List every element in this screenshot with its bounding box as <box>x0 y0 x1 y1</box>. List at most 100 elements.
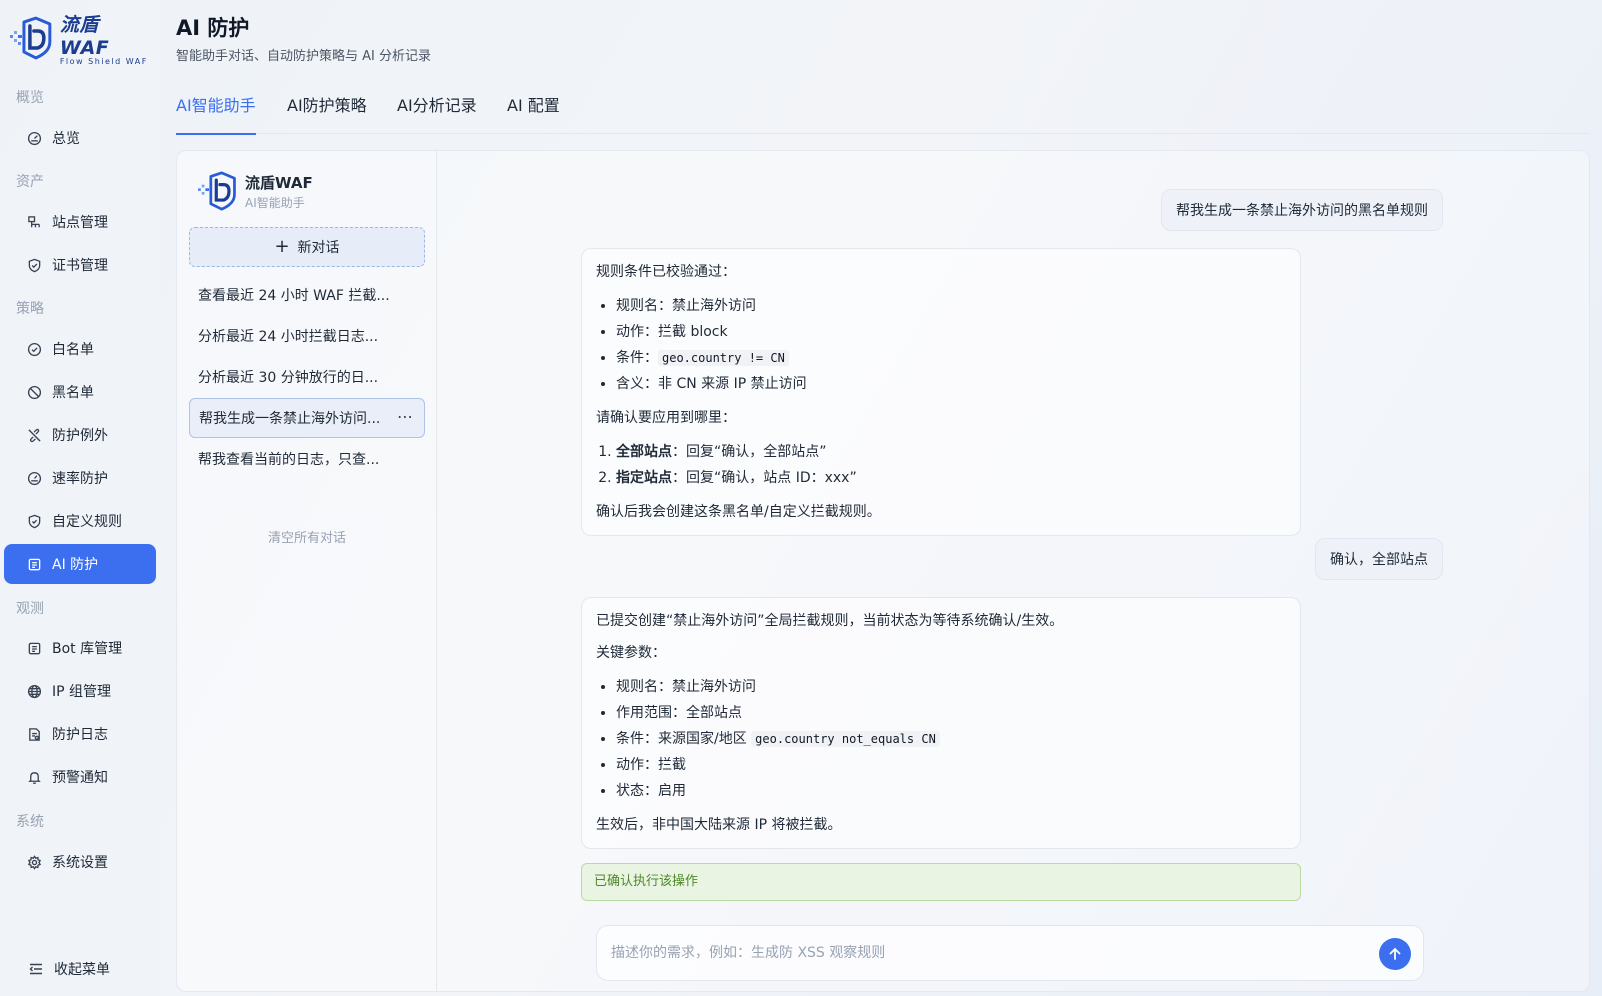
tab-ai-config[interactable]: AI 配置 <box>507 94 560 134</box>
nav-item-bot-library[interactable]: Bot 库管理 <box>4 628 156 668</box>
list-item: 含义：非 CN 来源 IP 禁止访问 <box>616 371 1286 397</box>
nav-item-certificates[interactable]: 证书管理 <box>4 245 156 285</box>
more-options-icon[interactable]: ⋯ <box>397 407 414 426</box>
logo[interactable]: 流盾 WAF Flow Shield WAF <box>10 14 155 66</box>
list-item: 规则名：禁止海外访问 <box>616 293 1286 319</box>
nav-item-overview[interactable]: 总览 <box>4 118 156 158</box>
plus-icon: + <box>274 236 290 257</box>
clear-all-conversations-link[interactable]: 清空所有对话 <box>177 527 437 546</box>
tab-ai-analysis[interactable]: AI分析记录 <box>397 94 477 134</box>
list-item: 条件：来源国家/地区 geo.country not_equals CN <box>616 726 1286 752</box>
collapse-menu-label: 收起菜单 <box>54 962 110 978</box>
dashboard-icon <box>26 130 42 146</box>
nav-item-protection-logs[interactable]: 防护日志 <box>4 714 156 754</box>
assistant-logo-icon <box>198 171 236 211</box>
code-snippet: geo.country != CN <box>658 350 789 366</box>
nav-item-label: 预警通知 <box>52 770 108 786</box>
message-text: 关键参数： <box>596 645 666 661</box>
chat-input[interactable] <box>611 940 1351 966</box>
tab-ai-policy[interactable]: AI防护策略 <box>287 94 367 134</box>
new-chat-button[interactable]: + 新对话 <box>189 227 425 267</box>
tab-ai-assistant[interactable]: AI智能助手 <box>176 94 256 135</box>
nav-item-label: 系统设置 <box>52 855 108 871</box>
send-button[interactable] <box>1379 938 1411 970</box>
list-item: 规则名：禁止海外访问 <box>616 674 1286 700</box>
ban-icon <box>26 384 42 400</box>
conversation-title: 帮我生成一条禁止海外访问... <box>199 411 381 427</box>
shield-check-icon <box>26 257 42 273</box>
nav-item-label: AI 防护 <box>52 557 99 573</box>
conversation-item-selected[interactable]: 帮我生成一条禁止海外访问... ⋯ <box>189 398 425 438</box>
message-text: 确认后我会创建这条黑名单/自定义拦截规则。 <box>596 504 881 520</box>
confirmed-status-banner: 已确认执行该操作 <box>581 863 1301 901</box>
message-text: 规则条件已校验通过： <box>596 264 736 280</box>
nav-item-label: 白名单 <box>52 342 94 358</box>
page-subtitle: 智能助手对话、自动防护策略与 AI 分析记录 <box>176 49 431 64</box>
menu-fold-icon <box>28 961 44 977</box>
logo-title: 流盾 WAF <box>59 14 110 59</box>
nav-group-overview: 概览 <box>16 90 44 106</box>
ai-chip-icon <box>26 556 42 572</box>
message-text: 已提交创建“禁止海外访问”全局拦截规则，当前状态为等待系统确认/生效。 <box>596 613 1064 629</box>
logo-shield-icon <box>10 16 52 60</box>
chat-input-box <box>596 925 1424 981</box>
user-message: 帮我生成一条禁止海外访问的黑名单规则 <box>1161 189 1443 231</box>
gear-icon <box>26 854 42 870</box>
assistant-name: 流盾WAF <box>245 173 313 192</box>
nav-item-custom-rules[interactable]: 自定义规则 <box>4 501 156 541</box>
conversation-title: 查看最近 24 小时 WAF 拦截... <box>198 288 390 304</box>
assistant-message: 规则条件已校验通过： 规则名：禁止海外访问 动作：拦截 block 条件：geo… <box>581 248 1301 536</box>
nav-item-label: Bot 库管理 <box>52 641 123 657</box>
nav-item-label: IP 组管理 <box>52 684 112 700</box>
nav-group-policy: 策略 <box>16 301 44 317</box>
conversation-title: 帮我查看当前的日志，只查... <box>198 452 380 468</box>
message-text: 生效后，非中国大陆来源 IP 将被拦截。 <box>596 817 842 833</box>
sitemap-icon <box>26 214 42 230</box>
nav-item-alerts[interactable]: 预警通知 <box>4 757 156 797</box>
message-text: 请确认要应用到哪里： <box>596 410 736 426</box>
nav-item-label: 防护例外 <box>52 428 108 444</box>
conversation-item[interactable]: 帮我查看当前的日志，只查... <box>189 439 425 479</box>
nav-item-label: 速率防护 <box>52 471 108 487</box>
link-off-icon <box>26 427 42 443</box>
nav-item-sites[interactable]: 站点管理 <box>4 202 156 242</box>
nav-item-whitelist[interactable]: 白名单 <box>4 329 156 369</box>
conversation-item[interactable]: 查看最近 24 小时 WAF 拦截... <box>189 275 425 315</box>
list-item: 动作：拦截 block <box>616 319 1286 345</box>
page-title: AI 防护 <box>176 16 250 40</box>
bot-icon <box>26 640 42 656</box>
rule-param-list: 规则名：禁止海外访问 作用范围：全部站点 条件：来源国家/地区 geo.coun… <box>596 674 1286 804</box>
nav-item-label: 防护日志 <box>52 727 108 743</box>
chat-area: 帮我生成一条禁止海外访问的黑名单规则 规则条件已校验通过： 规则名：禁止海外访问… <box>438 151 1589 991</box>
conversation-title: 分析最近 30 分钟放行的日... <box>198 370 379 386</box>
conversation-item[interactable]: 分析最近 30 分钟放行的日... <box>189 357 425 397</box>
list-item: 作用范围：全部站点 <box>616 700 1286 726</box>
nav-item-label: 自定义规则 <box>52 514 122 530</box>
nav-item-settings[interactable]: 系统设置 <box>4 842 156 882</box>
collapse-menu-button[interactable]: 收起菜单 <box>4 951 156 987</box>
check-circle-icon <box>26 341 42 357</box>
nav-group-system: 系统 <box>16 814 44 830</box>
user-message: 确认，全部站点 <box>1315 538 1443 580</box>
sidebar: 流盾 WAF Flow Shield WAF 概览 总览 资产 站点管理 证书管… <box>0 0 160 996</box>
conversation-panel: 流盾WAF AI智能助手 + 新对话 查看最近 24 小时 WAF 拦截... … <box>177 151 437 991</box>
nav-group-observe: 观测 <box>16 601 44 617</box>
nav-item-ai-protection[interactable]: AI 防护 <box>4 544 156 584</box>
apply-options-list: 全部站点：回复“确认，全部站点” 指定站点：回复“确认，站点 ID：xxx” <box>596 439 1286 491</box>
list-item: 指定站点：回复“确认，站点 ID：xxx” <box>616 465 1286 491</box>
bell-icon <box>26 769 42 785</box>
list-item: 状态：启用 <box>616 778 1286 804</box>
conversation-title: 分析最近 24 小时拦截日志... <box>198 329 379 345</box>
list-item: 动作：拦截 <box>616 752 1286 778</box>
nav-item-rate-limit[interactable]: 速率防护 <box>4 458 156 498</box>
assistant-card: 流盾WAF AI智能助手 + 新对话 查看最近 24 小时 WAF 拦截... … <box>176 150 1590 992</box>
globe-icon <box>26 683 42 699</box>
list-item: 条件：geo.country != CN <box>616 345 1286 371</box>
nav-item-ip-groups[interactable]: IP 组管理 <box>4 671 156 711</box>
conversation-item[interactable]: 分析最近 24 小时拦截日志... <box>189 316 425 356</box>
nav-group-assets: 资产 <box>16 174 44 190</box>
nav-item-exceptions[interactable]: 防护例外 <box>4 415 156 455</box>
nav-item-blacklist[interactable]: 黑名单 <box>4 372 156 412</box>
nav-item-label: 站点管理 <box>52 215 108 231</box>
shield-icon <box>26 513 42 529</box>
